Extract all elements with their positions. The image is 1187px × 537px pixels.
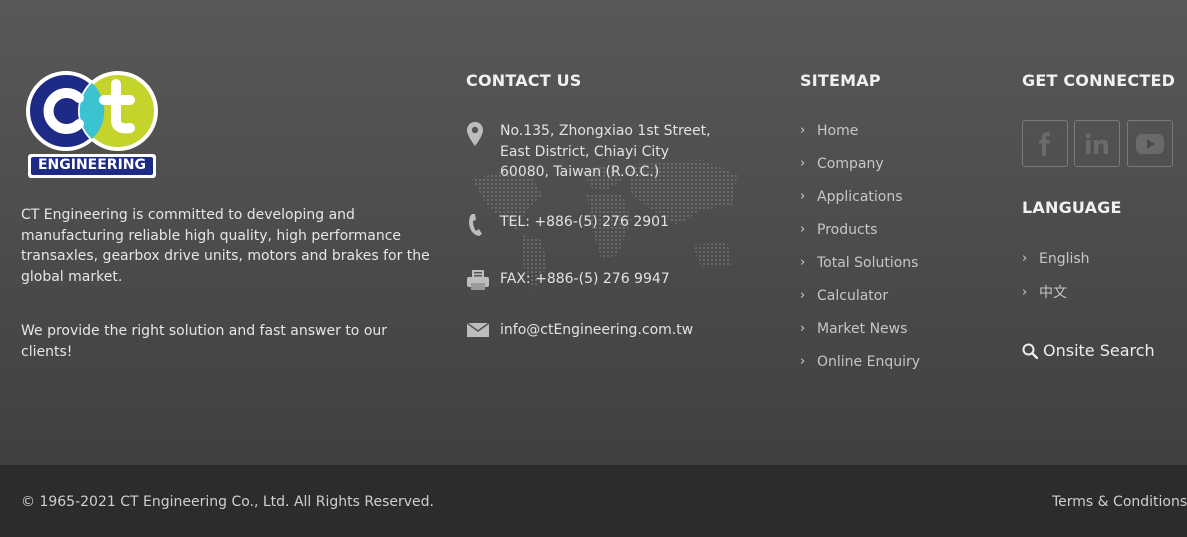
sitemap-link-products[interactable]: › Products bbox=[800, 220, 920, 253]
search-icon bbox=[1022, 343, 1038, 359]
contact-tel: TEL: +886-(5) 276 2901 bbox=[466, 212, 766, 238]
get-connected-title: GET CONNECTED bbox=[1022, 71, 1176, 90]
sitemap-link-label[interactable]: Applications bbox=[817, 187, 903, 207]
sitemap-link-label[interactable]: Home bbox=[817, 121, 858, 141]
sitemap-link-label[interactable]: Market News bbox=[817, 319, 907, 339]
language-label[interactable]: English bbox=[1039, 249, 1090, 269]
copyright-text: © 1965-2021 CT Engineering Co., Ltd. All… bbox=[21, 494, 434, 510]
sitemap-link-home[interactable]: › Home bbox=[800, 121, 920, 154]
linkedin-button[interactable] bbox=[1074, 120, 1120, 167]
youtube-button[interactable] bbox=[1127, 120, 1173, 167]
sitemap-link-company[interactable]: › Company bbox=[800, 154, 920, 187]
sitemap-list: › Home › Company › Applications › Products ›… bbox=[800, 121, 920, 385]
chevron-right-icon: › bbox=[800, 123, 806, 138]
sitemap-link-calculator[interactable]: › Calculator bbox=[800, 286, 920, 319]
envelope-icon bbox=[466, 320, 500, 341]
chevron-right-icon: › bbox=[800, 222, 806, 237]
footer-main: ENGINEERING CT Engineering is committed … bbox=[0, 0, 1187, 465]
onsite-search-link[interactable]: Onsite Search bbox=[1022, 341, 1155, 360]
sitemap-link-online-enquiry[interactable]: › Online Enquiry bbox=[800, 352, 920, 385]
sitemap-link-label[interactable]: Total Solutions bbox=[817, 253, 918, 273]
address-line-2: East District, Chiayi City bbox=[500, 143, 670, 160]
contact-address: No.135, Zhongxiao 1st Street, East Distr… bbox=[466, 121, 766, 183]
phone-icon bbox=[466, 212, 500, 238]
chevron-right-icon: › bbox=[800, 189, 806, 204]
email-link[interactable]: info@ctEngineering.com.tw bbox=[500, 320, 693, 341]
chevron-right-icon: › bbox=[1022, 251, 1028, 266]
sitemap-link-label[interactable]: Products bbox=[817, 220, 877, 240]
chevron-right-icon: › bbox=[1022, 285, 1028, 300]
chevron-right-icon: › bbox=[800, 321, 806, 336]
youtube-icon bbox=[1136, 133, 1164, 154]
sitemap-link-market-news[interactable]: › Market News bbox=[800, 319, 920, 352]
terms-link[interactable]: Terms & Conditions bbox=[1052, 494, 1187, 510]
facebook-icon bbox=[1039, 132, 1050, 156]
about-paragraph: CT Engineering is committed to developin… bbox=[21, 207, 430, 285]
language-option-chinese[interactable]: › 中文 bbox=[1022, 283, 1090, 317]
map-pin-icon bbox=[466, 121, 500, 183]
linkedin-icon bbox=[1085, 132, 1108, 154]
language-label[interactable]: 中文 bbox=[1039, 283, 1067, 303]
logo-subtitle: ENGINEERING bbox=[37, 157, 147, 173]
language-title: LANGUAGE bbox=[1022, 198, 1122, 217]
sitemap-link-label[interactable]: Online Enquiry bbox=[817, 352, 920, 372]
contact-email[interactable]: info@ctEngineering.com.tw bbox=[466, 320, 766, 341]
language-option-english[interactable]: › English bbox=[1022, 249, 1090, 283]
contact-fax: FAX: +886-(5) 276 9947 bbox=[466, 269, 766, 291]
sitemap-link-applications[interactable]: › Applications bbox=[800, 187, 920, 220]
tel-text: TEL: +886-(5) 276 2901 bbox=[500, 214, 669, 230]
sitemap-link-total-solutions[interactable]: › Total Solutions bbox=[800, 253, 920, 286]
ct-engineering-logo[interactable]: ENGINEERING bbox=[22, 70, 162, 180]
chevron-right-icon: › bbox=[800, 255, 806, 270]
sitemap-link-label[interactable]: Calculator bbox=[817, 286, 888, 306]
contact-title: CONTACT US bbox=[466, 71, 582, 90]
facebook-button[interactable] bbox=[1022, 120, 1068, 167]
sitemap-title: SITEMAP bbox=[800, 71, 881, 90]
chevron-right-icon: › bbox=[800, 156, 806, 171]
chevron-right-icon: › bbox=[800, 354, 806, 369]
sitemap-link-label[interactable]: Company bbox=[817, 154, 884, 174]
language-list: › English › 中文 bbox=[1022, 249, 1090, 317]
fax-text: FAX: +886-(5) 276 9947 bbox=[500, 271, 670, 287]
address-line-3: 60080, Taiwan (R.O.C.) bbox=[500, 164, 660, 180]
fax-icon bbox=[466, 269, 500, 291]
address-line-1: No.135, Zhongxiao 1st Street, bbox=[500, 123, 711, 139]
onsite-search-label[interactable]: Onsite Search bbox=[1043, 341, 1155, 360]
about-tagline: We provide the right solution and fast a… bbox=[21, 323, 388, 360]
chevron-right-icon: › bbox=[800, 288, 806, 303]
